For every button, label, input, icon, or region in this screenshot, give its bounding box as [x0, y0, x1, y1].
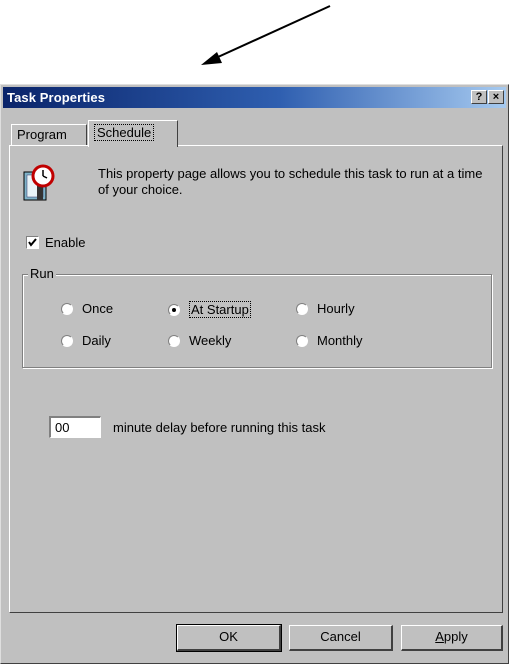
radio-daily-label: Daily	[82, 333, 111, 348]
enable-checkbox-row[interactable]: Enable	[26, 235, 85, 250]
tab-program-label: Program	[17, 127, 67, 142]
tab-program[interactable]: Program	[11, 124, 87, 146]
cancel-button[interactable]: Cancel	[289, 625, 393, 651]
radio-weekly-label: Weekly	[189, 333, 232, 348]
radio-hourly-dot[interactable]	[296, 302, 308, 315]
run-groupbox: Run Once At Startup Hourly Daily Weekly	[22, 266, 492, 368]
radio-at-startup-label: At Startup	[189, 301, 251, 318]
radio-daily[interactable]: Daily	[61, 333, 111, 348]
checkmark-icon	[28, 238, 37, 247]
title-bar[interactable]: Task Properties ? ×	[3, 87, 506, 108]
radio-daily-dot[interactable]	[61, 334, 73, 347]
radio-once-label: Once	[82, 301, 114, 316]
run-group-label: Run	[28, 266, 56, 281]
radio-hourly-label: Hourly	[317, 301, 355, 316]
annotation-arrow-icon	[201, 5, 331, 65]
radio-once-dot[interactable]	[61, 302, 73, 315]
schedule-tab-panel: This property page allows you to schedul…	[9, 145, 503, 613]
schedule-description: This property page allows you to schedul…	[98, 166, 483, 197]
tab-schedule-label: Schedule	[94, 124, 155, 141]
radio-at-startup[interactable]: At Startup	[168, 301, 251, 318]
enable-checkbox[interactable]	[26, 236, 39, 249]
radio-monthly-label: Monthly	[317, 333, 363, 348]
help-button[interactable]: ?	[471, 90, 487, 104]
radio-at-startup-dot[interactable]	[168, 303, 180, 316]
radio-weekly[interactable]: Weekly	[168, 333, 231, 348]
ok-button[interactable]: OK	[176, 624, 282, 652]
radio-hourly[interactable]: Hourly	[296, 301, 355, 316]
apply-button[interactable]: Apply	[401, 625, 503, 651]
task-properties-window: Task Properties ? × Program Schedule Thi…	[0, 84, 509, 664]
close-button[interactable]: ×	[488, 90, 504, 104]
radio-weekly-dot[interactable]	[168, 334, 180, 347]
radio-once[interactable]: Once	[61, 301, 113, 316]
delay-label: minute delay before running this task	[113, 420, 326, 435]
tab-schedule[interactable]: Schedule	[88, 120, 178, 147]
enable-label: Enable	[45, 235, 86, 250]
radio-monthly-dot[interactable]	[296, 334, 308, 347]
calendar-clock-icon	[23, 164, 55, 201]
window-title: Task Properties	[7, 90, 106, 105]
delay-minutes-input[interactable]	[49, 416, 101, 438]
radio-monthly[interactable]: Monthly	[296, 333, 363, 348]
